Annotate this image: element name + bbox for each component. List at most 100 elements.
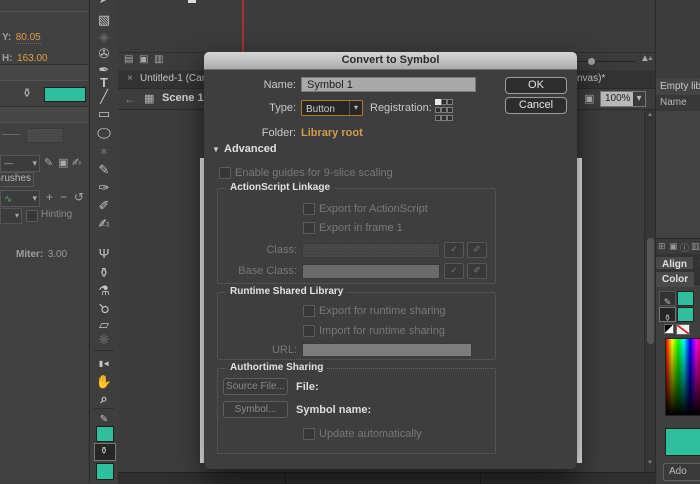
back-arrow-icon[interactable]: ← [124,92,136,106]
brushes-button[interactable]: Brushes [0,172,34,187]
export-runtime-checkbox[interactable] [303,305,315,317]
no-color-icon[interactable] [676,324,690,335]
new-layer-icon[interactable]: ▤ [124,54,133,65]
timeline-zoom-slider[interactable] [575,61,635,62]
rectangle-tool-icon[interactable]: ▭ [90,106,118,121]
y-position-value[interactable]: 80.05 [16,32,41,44]
playhead[interactable] [242,0,244,52]
stroke-color-icon[interactable]: ✎ [90,412,118,427]
zoom-tool-icon[interactable]: ⌕ [90,391,118,406]
library-root-link[interactable]: Library root [301,127,363,139]
oval-tool-icon[interactable]: ◯ [90,127,118,139]
close-tab-icon[interactable]: × [127,73,133,84]
tab-color[interactable]: Color [656,272,694,287]
update-automatically-checkbox[interactable] [303,428,315,440]
text-tool-icon[interactable]: T [90,75,118,90]
add-brush-button[interactable]: + [46,190,53,204]
polystar-tool-icon[interactable]: ✶ [90,144,118,159]
edit-base-class-button[interactable]: ✐ [467,263,487,279]
edit-class-button[interactable]: ✐ [467,242,487,258]
stroke-weight-field[interactable] [26,128,64,143]
symbol-button[interactable]: Symbol... [223,401,288,418]
library-name-column-header[interactable]: Name [656,95,700,112]
scale-dropdown[interactable]: ▾ [0,208,22,224]
reset-brush-button[interactable]: ↺ [74,190,84,204]
add-color-button[interactable]: Ado [663,463,700,481]
dialog-title-bar[interactable]: Convert to Symbol [204,52,577,70]
cancel-button[interactable]: Cancel [505,97,567,114]
fill-color-icon[interactable]: ⚱ [90,444,118,459]
stroke-color-swatch[interactable] [96,426,114,442]
camera-tool-icon[interactable]: ▮◄ [90,356,118,371]
ink-bottle-tool-icon[interactable]: ⚗ [90,283,118,298]
type-dropdown[interactable]: Button ▾ [301,100,363,116]
class-input[interactable] [302,243,440,258]
fill-color-swatch[interactable] [96,463,114,480]
stroke-style-dropdown[interactable]: — ▾ [0,155,40,172]
layers-icon[interactable]: ▣ [58,156,68,169]
pencil-tool-icon[interactable]: ✎ [90,162,118,177]
url-input[interactable] [302,343,472,357]
line-tool-icon[interactable]: ╱ [90,89,118,104]
scroll-down-arrow[interactable]: ▼ [647,460,653,466]
gradient-transform-tool-icon[interactable]: ◈ [90,29,118,44]
delete-layer-icon[interactable]: ▥ [154,54,163,65]
timeline-marker[interactable] [188,0,196,3]
brush-style-dropdown[interactable]: ∿ ▾ [0,190,40,207]
base-class-input[interactable] [302,264,440,279]
nine-slice-checkbox[interactable] [219,167,231,179]
width-tool-icon[interactable]: ✍ [90,216,118,231]
delete-icon[interactable]: ▥ [691,241,700,252]
validate-class-button[interactable]: ✓ [444,242,464,258]
hand-tool-icon[interactable]: ✋ [90,374,118,389]
remove-brush-button[interactable]: − [60,190,67,204]
advanced-disclosure-icon[interactable]: ▼ [212,145,220,154]
free-transform-tool-icon[interactable]: ▧ [90,12,118,27]
paint-bucket-tool-icon[interactable]: ⚱ [90,265,118,280]
eraser-tool-icon[interactable]: ▱ [90,317,118,332]
ok-button[interactable]: OK [505,77,567,94]
validate-base-class-button[interactable]: ✓ [444,263,464,279]
lasso-tool-icon[interactable]: ✇ [90,46,118,61]
hinting-checkbox[interactable] [26,210,38,222]
stroke-color-swatch[interactable] [677,291,694,306]
spray-brush-tool-icon[interactable]: ❋ [90,332,118,347]
new-folder-icon[interactable]: ▣ [139,54,148,65]
export-actionscript-checkbox[interactable] [303,203,315,215]
document-tab-fragment[interactable]: nvas)* [577,73,605,84]
slider-thumb[interactable] [588,58,595,65]
default-colors-icon[interactable] [664,324,674,334]
registration-point[interactable] [447,99,453,105]
brush-tool-icon[interactable]: ✑ [90,180,118,195]
library-item-list[interactable] [656,111,700,238]
miter-value[interactable]: 3.00 [48,249,67,260]
tab-swatches[interactable]: Swatches [694,272,700,287]
edit-stroke-icon[interactable]: ✎ [44,156,53,169]
bone-tool-icon[interactable]: Ψ [90,246,118,261]
new-symbol-icon[interactable]: ⊞ [658,241,666,252]
registration-grid[interactable] [434,98,456,120]
pressure-icon[interactable]: ✍ [72,156,81,169]
color-picker-gradient[interactable] [665,338,700,416]
source-file-button[interactable]: Source File... [223,378,288,395]
edit-symbols-icon[interactable]: ▣ [584,92,594,105]
registration-point[interactable] [447,107,453,113]
new-folder-icon[interactable]: ▣ [669,241,678,252]
fill-color-swatch[interactable] [677,307,694,322]
zoom-dropdown[interactable]: 100% ▾ [600,91,646,107]
fill-color-control[interactable]: ⚱ [659,307,676,322]
stroke-color-control[interactable]: ✎ [659,291,676,306]
properties-icon[interactable]: ⓘ [680,241,689,254]
symbol-name-input[interactable] [301,77,476,92]
scroll-up-arrow[interactable]: ▲ [647,112,653,118]
export-frame1-checkbox[interactable] [303,222,315,234]
scrollbar-thumb[interactable] [647,238,654,344]
scene-label[interactable]: Scene 1 [162,92,204,104]
fill-color-swatch[interactable] [44,87,86,102]
paint-brush-tool-icon[interactable]: ✐ [90,198,118,213]
stroke-slider[interactable] [2,134,20,135]
advanced-label[interactable]: Advanced [224,143,277,155]
import-runtime-checkbox[interactable] [303,325,315,337]
selection-tool-icon[interactable]: ➤ [90,0,118,6]
registration-point[interactable] [447,115,453,121]
